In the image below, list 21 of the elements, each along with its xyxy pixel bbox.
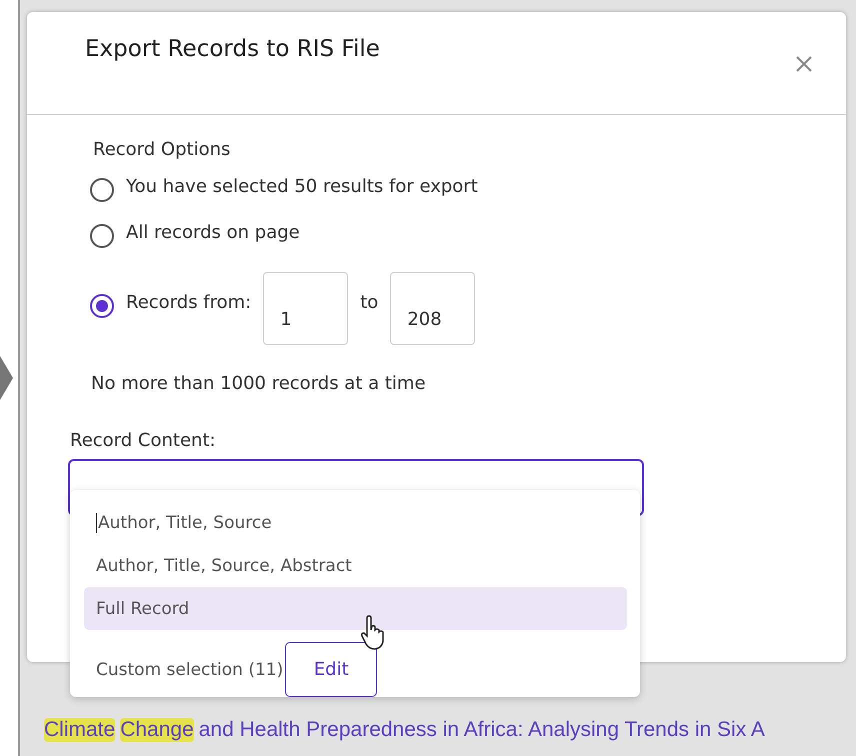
limit-note: No more than 1000 records at a time: [91, 373, 427, 394]
dropdown-option[interactable]: Full Record: [84, 587, 627, 630]
dropdown-option[interactable]: Author, Title, Source, Abstract: [84, 544, 627, 588]
record-content-label: Record Content:: [70, 430, 217, 451]
to-label: to: [360, 292, 378, 313]
edit-button[interactable]: Edit: [285, 642, 378, 698]
radio-label: Records from:: [126, 292, 252, 313]
dialog-title: Export Records to RIS File: [85, 36, 380, 62]
radio-button[interactable]: [90, 224, 114, 248]
dropdown-option[interactable]: Author, Title, Source: [84, 502, 627, 545]
radio-button[interactable]: [90, 178, 114, 202]
to-input[interactable]: 208: [390, 272, 476, 345]
record-options-label: Record Options: [93, 139, 232, 160]
radio-label: You have selected 50 results for export: [126, 176, 478, 197]
custom-selection-label: Custom selection (11): [96, 660, 284, 680]
from-input[interactable]: 1: [263, 272, 348, 345]
hand-cursor-icon: [360, 615, 386, 651]
article-title[interactable]: Climate Change and Health Preparedness in Africa: Analysing Trends in Six A: [44, 718, 765, 742]
chevron-right-icon[interactable]: [0, 356, 14, 400]
radio-label: All records on page: [126, 222, 300, 243]
radio-button[interactable]: [90, 294, 114, 318]
